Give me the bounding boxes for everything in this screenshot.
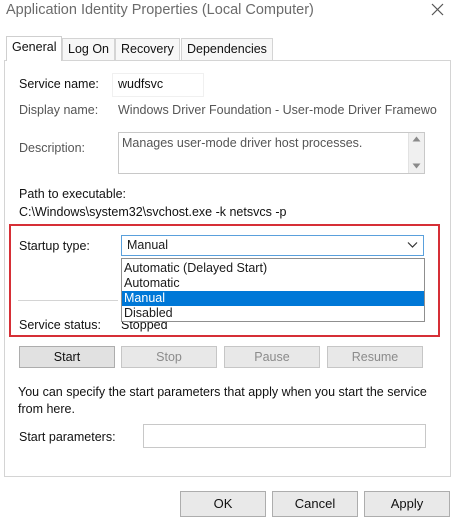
description-value: Manages user-mode driver host processes.: [122, 136, 363, 150]
description-label: Description:: [19, 141, 85, 155]
tab-recovery[interactable]: Recovery: [115, 38, 180, 60]
tab-log-on[interactable]: Log On: [62, 38, 116, 60]
display-name-label: Display name:: [19, 103, 99, 117]
panel-border-left: [4, 61, 5, 476]
startup-type-selected: Manual: [127, 238, 168, 252]
apply-button[interactable]: Apply: [364, 491, 450, 517]
cancel-button[interactable]: Cancel: [272, 491, 358, 517]
scroll-up-arrow-icon[interactable]: [412, 136, 421, 142]
tabstrip-divider: [4, 60, 451, 61]
startup-type-label: Startup type:: [19, 239, 90, 253]
startup-type-combobox[interactable]: Manual: [121, 235, 424, 256]
start-parameters-label: Start parameters:: [19, 430, 116, 444]
resume-button[interactable]: Resume: [327, 346, 423, 368]
start-parameters-input[interactable]: [143, 424, 426, 448]
tab-dependencies[interactable]: Dependencies: [181, 38, 273, 60]
service-name-label: Service name:: [19, 77, 99, 91]
display-name-value: Windows Driver Foundation - User-mode Dr…: [118, 103, 437, 117]
pause-button[interactable]: Pause: [224, 346, 320, 368]
stop-button[interactable]: Stop: [121, 346, 217, 368]
start-button[interactable]: Start: [19, 346, 115, 368]
path-label: Path to executable:: [19, 187, 127, 201]
close-icon[interactable]: [427, 0, 449, 22]
panel-border-right: [450, 61, 451, 476]
dropdown-option-automatic[interactable]: Automatic: [122, 276, 424, 291]
dropdown-option-manual[interactable]: Manual: [122, 291, 424, 306]
tab-general[interactable]: General: [6, 36, 63, 61]
dropdown-option-disabled[interactable]: Disabled: [122, 306, 424, 321]
window-title: Application Identity Properties (Local C…: [6, 2, 314, 18]
path-value: C:\Windows\system32\svchost.exe -k netsv…: [19, 205, 287, 219]
section-divider: [18, 300, 118, 301]
startup-type-dropdown-list: Automatic (Delayed Start) Automatic Manu…: [121, 258, 425, 322]
description-scrollbar[interactable]: [408, 133, 424, 173]
start-parameters-info-text: You can specify the start parameters tha…: [18, 385, 427, 416]
ok-button[interactable]: OK: [180, 491, 266, 517]
service-status-label: Service status:: [19, 318, 101, 332]
dropdown-option-automatic-delayed[interactable]: Automatic (Delayed Start): [122, 261, 424, 276]
scroll-down-arrow-icon[interactable]: [412, 163, 421, 169]
description-textbox[interactable]: Manages user-mode driver host processes.: [118, 132, 425, 174]
panel-border-bottom: [4, 476, 451, 477]
service-name-value: wudfsvc: [118, 77, 164, 91]
chevron-down-icon[interactable]: [407, 241, 418, 249]
